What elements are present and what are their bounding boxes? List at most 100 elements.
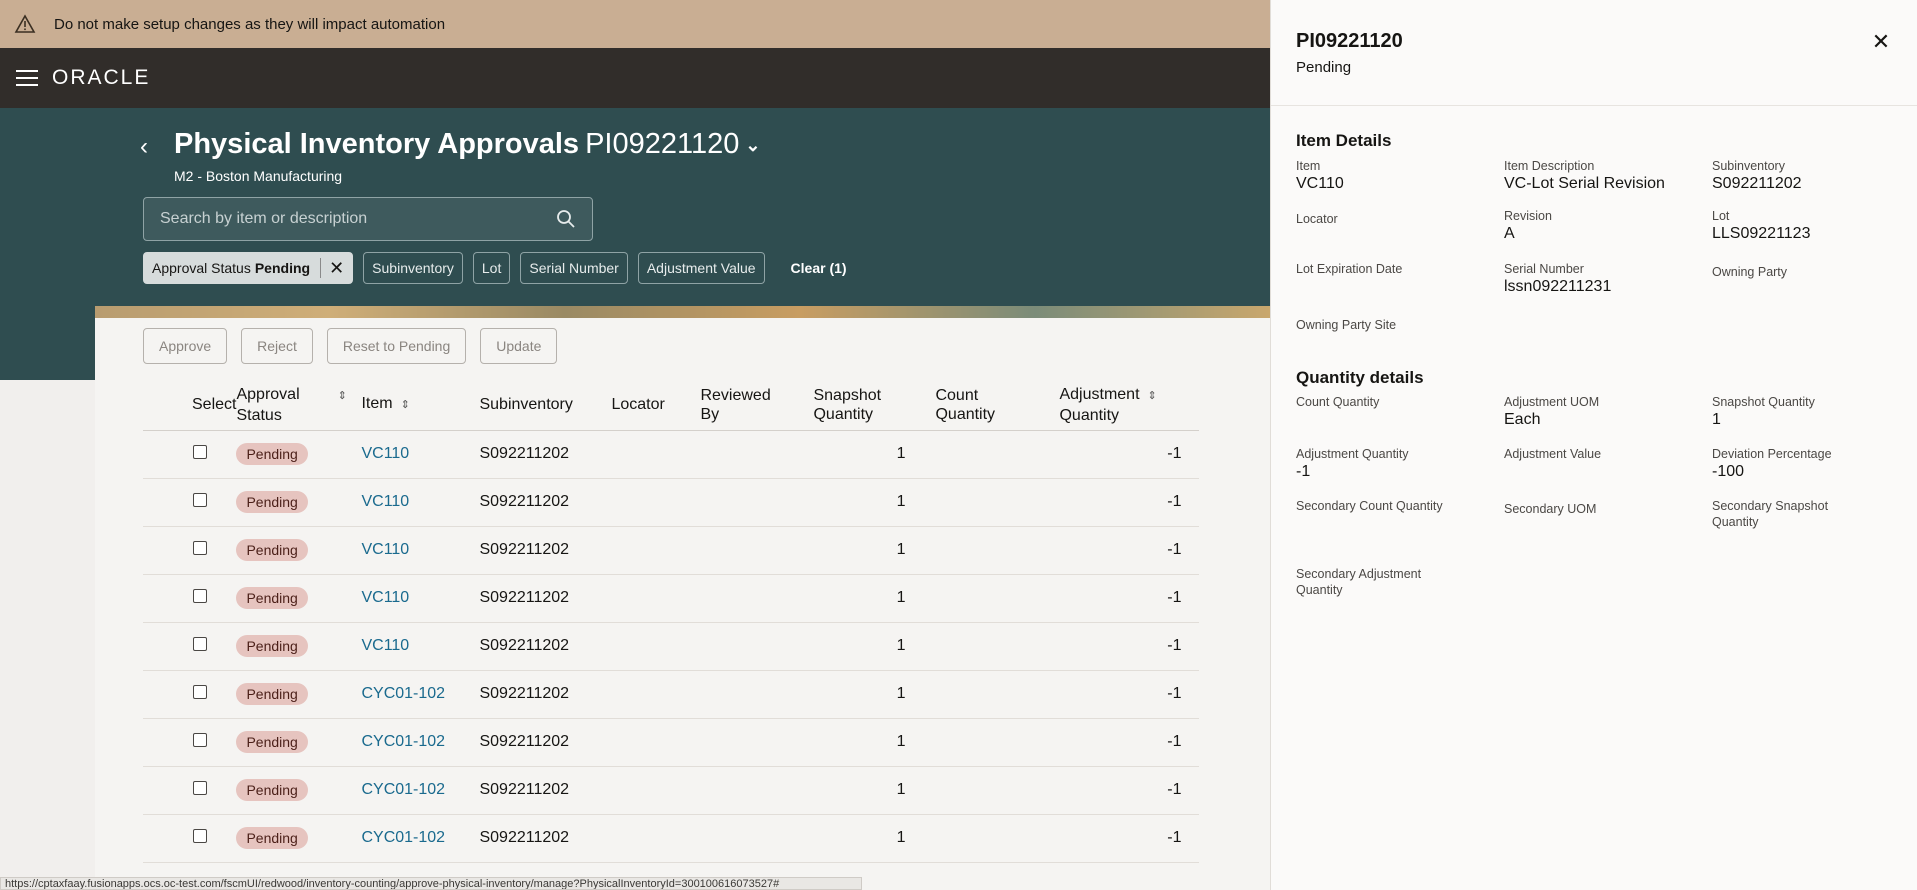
row-checkbox[interactable] [193,636,207,651]
item-link[interactable]: CYC01-102 [361,733,445,750]
row-select-cell [143,718,237,767]
row-subinventory-cell: S092211202 [479,430,612,479]
table-row[interactable]: Pending CYC01-102 S092211202 1 -1 [143,814,1200,863]
filter-chip-lot[interactable]: Lot [472,252,511,284]
field-owning-party: Owning Party [1712,264,1912,280]
row-reviewed-cell [700,670,814,719]
filter-chips: Approval Status Pending ✕ Subinventory L… [143,252,847,284]
field-owning-site-label: Owning Party Site [1296,318,1397,332]
col-adjustment-qty[interactable]: Adjustment ⇕ Quantity [1059,380,1200,431]
row-checkbox[interactable] [193,492,207,507]
status-badge: Pending [236,539,308,561]
table-row[interactable]: Pending VC110 S092211202 1 -1 [143,478,1200,527]
field-sec-count-label: Secondary Count Quantity [1296,499,1443,513]
table-row[interactable]: Pending CYC01-102 S092211202 1 -1 [143,766,1200,815]
col-locator[interactable]: Locator [611,380,701,431]
remove-filter-icon[interactable]: ✕ [320,258,344,278]
filter-chip-serial-number[interactable]: Serial Number [520,252,628,284]
filter-chip-subinventory[interactable]: Subinventory [363,252,463,284]
approve-button[interactable]: Approve [143,328,228,364]
field-sub-label: Subinventory [1712,159,1785,173]
row-select-cell [143,574,237,623]
row-reviewed-cell [700,574,814,623]
field-revision: Revision A [1504,208,1704,243]
row-checkbox[interactable] [193,732,207,747]
col-item[interactable]: Item ⇕ [361,380,480,431]
row-checkbox[interactable] [193,588,207,603]
status-badge: Pending [236,731,308,753]
field-count-qty-label: Count Quantity [1296,395,1380,409]
status-badge: Pending [236,683,308,705]
reject-button[interactable]: Reject [241,328,313,364]
col-snapshot-label-1: Snapshot [813,386,882,404]
col-subinventory[interactable]: Subinventory [479,380,612,431]
item-link[interactable]: CYC01-102 [361,685,445,702]
row-checkbox[interactable] [193,684,207,699]
item-link[interactable]: VC110 [361,589,409,606]
row-item-cell: CYC01-102 [361,814,480,863]
item-link[interactable]: CYC01-102 [361,829,445,846]
item-link[interactable]: VC110 [361,445,409,462]
row-checkbox[interactable] [193,444,207,459]
row-status-cell: Pending [236,622,362,671]
update-button[interactable]: Update [480,328,558,364]
field-secondary-count-quantity: Secondary Count Quantity [1296,498,1496,514]
item-link[interactable]: VC110 [361,637,409,654]
row-locator-cell [611,670,701,719]
row-checkbox[interactable] [193,780,207,795]
col-count-qty[interactable]: Count Quantity [935,380,1060,431]
filter-chip-approval-status[interactable]: Approval Status Pending ✕ [143,252,354,284]
drawer-status: Pending [1296,59,1352,76]
reset-to-pending-button[interactable]: Reset to Pending [326,328,467,364]
table-row[interactable]: Pending VC110 S092211202 1 -1 [143,430,1200,479]
table-row[interactable]: Pending VC110 S092211202 1 -1 [143,622,1200,671]
menu-icon[interactable] [16,70,38,86]
row-item-cell: CYC01-102 [361,718,480,767]
page-title-text: Physical Inventory Approvals [174,128,580,160]
search-icon[interactable] [556,209,576,234]
item-link[interactable]: VC110 [361,493,409,510]
col-subinventory-label: Subinventory [479,396,573,414]
field-desc-label: Item Description [1504,159,1595,173]
oracle-logo[interactable]: ORACLE [52,66,150,90]
sort-icon[interactable]: ⇕ [338,390,347,402]
row-checkbox[interactable] [193,828,207,843]
col-approval-status[interactable]: Approval ⇕ Status [236,380,362,431]
row-reviewed-cell [700,430,814,479]
item-link[interactable]: CYC01-102 [361,781,445,798]
clear-filters-link[interactable]: Clear (1) [791,260,847,276]
table-row[interactable]: Pending VC110 S092211202 1 -1 [143,574,1200,623]
row-status-cell: Pending [236,766,362,815]
item-link[interactable]: VC110 [361,541,409,558]
field-count-quantity: Count Quantity [1296,394,1496,410]
table-row[interactable]: Pending VC110 S092211202 1 -1 [143,526,1200,575]
col-snapshot-qty[interactable]: Snapshot Quantity [813,380,936,431]
field-snap-qty-value: 1 [1712,411,1721,428]
status-badge: Pending [236,779,308,801]
field-lotexp-label: Lot Expiration Date [1296,262,1403,276]
row-checkbox[interactable] [193,540,207,555]
page-title-id[interactable]: PI09221120 [585,128,739,160]
row-snapshot-cell: 1 [813,718,936,767]
row-locator-cell [611,478,701,527]
chevron-down-icon[interactable]: ⌄ [745,135,760,156]
row-status-cell: Pending [236,670,362,719]
back-icon[interactable]: ‹ [140,135,158,159]
col-reviewed-label-2: By [700,405,720,423]
filter-chip-adjustment-value[interactable]: Adjustment Value [637,252,765,284]
close-icon[interactable]: ✕ [1869,30,1893,54]
table-row[interactable]: Pending CYC01-102 S092211202 1 -1 [143,718,1200,767]
field-dev-value: -100 [1712,463,1745,480]
sort-icon[interactable]: ⇕ [1148,390,1157,402]
row-select-cell [143,430,237,479]
field-adj-uom-value: Each [1504,411,1541,428]
row-adjustment-cell: -1 [1059,430,1200,479]
field-owning-party-site: Owning Party Site [1296,317,1496,333]
row-count-cell [935,478,1060,527]
col-reviewed-by[interactable]: Reviewed By [700,380,814,431]
row-adjustment-cell: -1 [1059,670,1200,719]
table-row[interactable]: Pending CYC01-102 S092211202 1 -1 [143,670,1200,719]
search-input[interactable]: Search by item or description [143,197,593,241]
row-subinventory-cell: S092211202 [479,478,612,527]
sort-icon[interactable]: ⇕ [401,399,410,411]
